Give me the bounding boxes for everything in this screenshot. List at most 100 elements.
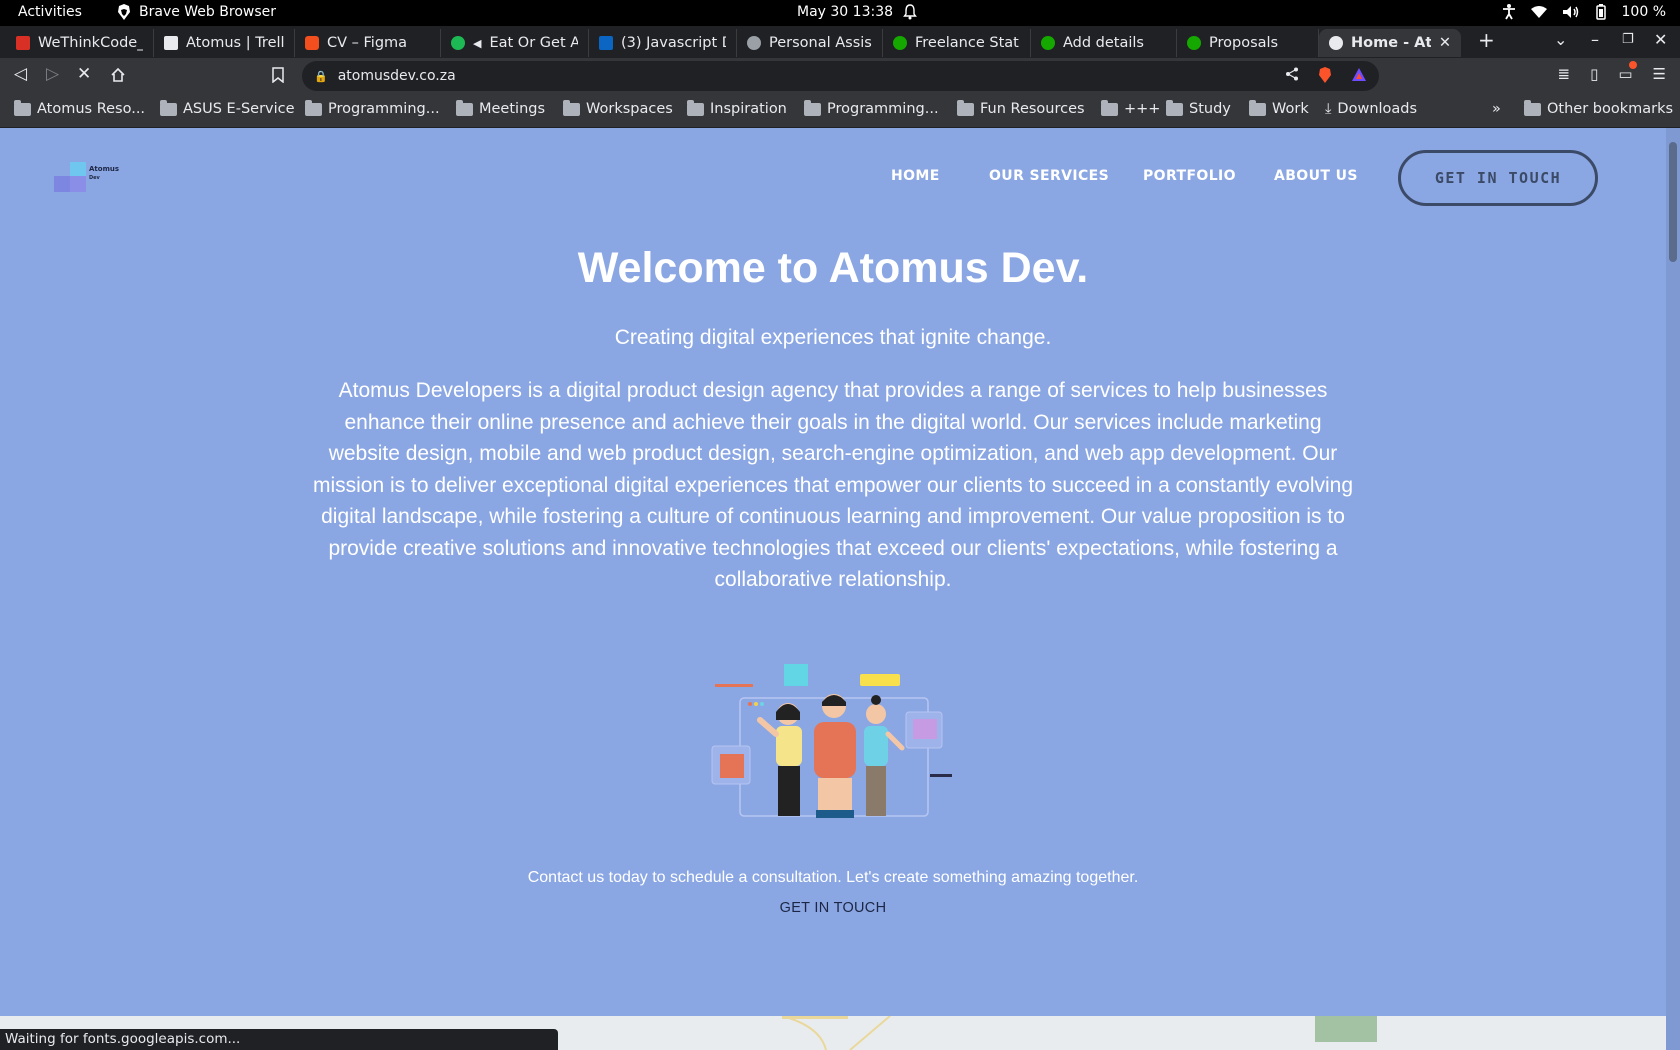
tab[interactable]: Atomus | Trello (154, 29, 295, 57)
tab-title: Personal Assista (769, 35, 872, 51)
bookmark-icon[interactable] (272, 67, 284, 83)
bookmark-label: Study (1189, 101, 1231, 117)
scrollbar-thumb[interactable] (1669, 142, 1677, 262)
accessibility-icon (1502, 4, 1515, 20)
bookmark-label: Fun Resources (980, 101, 1085, 117)
bookmark-folder[interactable]: +++ (1101, 99, 1161, 117)
new-tab-plus-icon[interactable]: + (1478, 28, 1495, 52)
folder-icon (804, 99, 821, 116)
notification-bell-icon (903, 4, 917, 24)
brave-shields-icon[interactable] (1317, 67, 1333, 83)
app-menu[interactable]: Brave Web Browser (117, 4, 276, 20)
nav-about-us[interactable]: ABOUT US (1274, 168, 1358, 184)
folder-icon (160, 99, 177, 116)
other-bookmarks[interactable]: Other bookmarks (1524, 99, 1673, 117)
tab-title: Add details (1063, 35, 1144, 51)
menu-icon[interactable]: ☰ (1653, 65, 1666, 83)
address-bar[interactable]: 🔒 atomusdev.co.za (302, 61, 1379, 91)
folder-icon (563, 99, 580, 116)
bookmark-label: +++ (1124, 101, 1161, 117)
speaker-icon: ◀ (473, 36, 482, 50)
tab[interactable]: Personal Assista (737, 29, 883, 57)
page-title: Welcome to Atomus Dev. (577, 244, 1089, 292)
tab[interactable]: ◀ Eat Or Get At (441, 29, 589, 57)
status-bubble: Waiting for fonts.googleapis.com... (0, 1029, 558, 1050)
tab[interactable]: (3) Javascript D (589, 29, 737, 57)
bookmark-folder[interactable]: Workspaces (563, 99, 673, 117)
bookmark-folder[interactable]: Fun Resources (957, 99, 1085, 117)
battery-percentage: 100 % (1621, 4, 1666, 20)
tab-strip: WeThinkCode_ Atomus | Trello CV – Figma … (0, 26, 1680, 58)
bookmark-folder[interactable]: Meetings (456, 99, 546, 117)
minimize-icon[interactable]: – (1591, 30, 1599, 49)
logo-line: Atomus (89, 165, 120, 173)
sidebar-icon[interactable]: ▯ (1590, 65, 1598, 83)
bookmarks-bar: Atomus Reso... ASUS E-Service Programmin… (0, 94, 1680, 128)
bookmark-label: Workspaces (586, 101, 673, 117)
activities-button[interactable]: Activities (18, 4, 82, 20)
brave-rewards-icon[interactable] (1351, 67, 1367, 83)
wallet-icon[interactable]: ▭ (1618, 61, 1637, 83)
tab[interactable]: Add details (1031, 29, 1177, 57)
folder-icon (1166, 99, 1183, 116)
figma-icon (305, 36, 319, 50)
share-icon[interactable] (1285, 67, 1299, 81)
close-window-icon[interactable]: ✕ (1654, 30, 1667, 49)
get-in-touch-link[interactable]: GET IN TOUCH (0, 900, 1666, 916)
bookmark-label: Meetings (479, 101, 546, 117)
bookmark-folder[interactable]: Programming... (804, 99, 939, 117)
wifi-icon (1530, 6, 1547, 18)
tab-title: Proposals (1209, 35, 1279, 51)
folder-icon (456, 99, 473, 116)
bookmarks-overflow-icon[interactable]: » (1492, 101, 1501, 117)
logo-square (54, 176, 70, 192)
nav-our-services[interactable]: OUR SERVICES (989, 168, 1109, 184)
site-logo[interactable]: Atomus Dev (54, 162, 124, 196)
bookmark-folder[interactable]: Inspiration (687, 99, 787, 117)
tab-title: Home - Atom (1351, 35, 1431, 51)
web-page: Atomus Dev HOME OUR SERVICES PORTFOLIO AB… (0, 128, 1666, 1050)
tab[interactable]: WeThinkCode_ (6, 29, 154, 57)
tab-search-chevron-icon[interactable]: ⌄ (1554, 30, 1567, 49)
bookmark-folder[interactable]: Study (1166, 99, 1231, 117)
tab[interactable]: Freelance Static (883, 29, 1031, 57)
bookmark-folder[interactable]: Programming... (305, 99, 440, 117)
clock[interactable]: May 30 13:38 (797, 4, 893, 20)
tab[interactable]: CV – Figma (295, 29, 441, 57)
bookmark-label: ASUS E-Service (183, 101, 295, 117)
bookmark-folder[interactable]: Work (1249, 99, 1309, 117)
bookmark-label: Inspiration (710, 101, 787, 117)
folder-icon (957, 99, 974, 116)
tab-title: Freelance Static (915, 35, 1020, 51)
bookmark-label: Atomus Reso... (37, 101, 146, 117)
home-icon[interactable] (110, 67, 126, 83)
close-tab-icon[interactable]: ✕ (1439, 35, 1451, 51)
restore-icon[interactable]: ❐ (1622, 32, 1634, 47)
get-in-touch-button[interactable]: GET IN TOUCH (1398, 150, 1598, 206)
back-icon[interactable]: ◁ (14, 64, 27, 84)
tab-title: Atomus | Trello (186, 35, 284, 51)
page-scrollbar[interactable] (1666, 128, 1680, 1050)
media-playlist-icon[interactable]: ≣ (1558, 65, 1571, 83)
nav-home[interactable]: HOME (891, 168, 940, 184)
bookmark-folder[interactable]: ASUS E-Service (160, 99, 295, 117)
bookmark-downloads[interactable]: ⤓ Downloads (1325, 101, 1417, 117)
folder-icon (1249, 99, 1266, 116)
bookmark-folder[interactable]: Atomus Reso... (14, 99, 146, 117)
nav-portfolio[interactable]: PORTFOLIO (1143, 168, 1236, 184)
tab-title: Eat Or Get At (489, 35, 578, 51)
system-tray[interactable]: 100 % (1502, 4, 1666, 20)
team-illustration (711, 664, 952, 818)
tab-title: WeThinkCode_ (38, 35, 143, 51)
tab-active[interactable]: Home - Atom ✕ (1319, 29, 1461, 57)
system-top-bar: Activities Brave Web Browser May 30 13:3… (0, 0, 1680, 26)
contact-text: Contact us today to schedule a consultat… (527, 869, 1139, 886)
forward-icon[interactable]: ▷ (46, 64, 59, 84)
tab[interactable]: Proposals (1177, 29, 1319, 57)
stop-loading-icon[interactable]: ✕ (77, 64, 91, 84)
upwork-icon (893, 36, 907, 50)
folder-icon (1524, 99, 1541, 116)
tab-title: CV – Figma (327, 35, 408, 51)
brave-lion-icon (118, 4, 130, 20)
gmail-icon (16, 36, 30, 50)
